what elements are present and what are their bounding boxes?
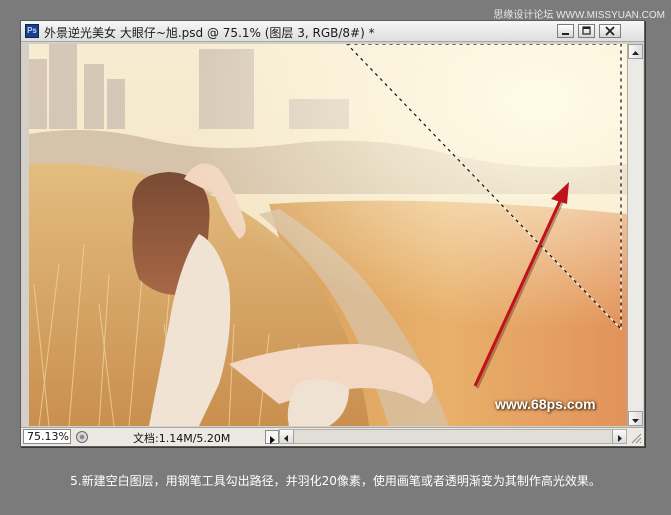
arrow-right-icon	[618, 435, 622, 442]
photo-scene	[29, 44, 627, 426]
close-icon	[605, 26, 615, 36]
document-size-info: 文档:1.14M/5.20M	[133, 432, 231, 445]
scroll-up-button[interactable]	[628, 44, 643, 59]
arrow-up-icon	[632, 51, 639, 55]
maximize-button[interactable]	[578, 24, 595, 38]
title-bar[interactable]: Ps 外景逆光美女 大眼仔~旭.psd @ 75.1% (图层 3, RGB/8…	[21, 21, 644, 42]
image-canvas[interactable]: www.68ps.com	[29, 44, 627, 426]
tutorial-caption: 5.新建空白图层，用钢笔工具勾出路径，并羽化20像素，使用画笔或者透明渐变为其制…	[70, 474, 601, 488]
arrow-left-icon	[284, 435, 288, 442]
site-watermark: 思缘设计论坛 WWW.MISSYUAN.COM	[493, 10, 665, 21]
photoshop-app-icon: Ps	[25, 24, 39, 38]
scroll-right-button[interactable]	[612, 430, 626, 443]
vertical-scrollbar[interactable]	[627, 44, 643, 426]
status-menu-button[interactable]	[265, 430, 279, 444]
play-arrow-icon	[270, 436, 275, 444]
status-bar: 75.13% 文档:1.14M/5.20M	[21, 427, 644, 446]
close-button[interactable]	[599, 24, 621, 38]
arrow-down-icon	[632, 419, 639, 423]
zoom-level-field[interactable]: 75.13%	[23, 429, 71, 444]
scroll-left-button[interactable]	[280, 430, 294, 443]
maximize-icon	[582, 26, 591, 35]
minimize-icon	[562, 33, 569, 35]
document-window: Ps 外景逆光美女 大眼仔~旭.psd @ 75.1% (图层 3, RGB/8…	[20, 20, 645, 447]
horizontal-scrollbar[interactable]	[279, 429, 627, 444]
resize-grip-icon[interactable]	[627, 429, 643, 445]
scroll-down-button[interactable]	[628, 411, 643, 426]
document-title: 外景逆光美女 大眼仔~旭.psd @ 75.1% (图层 3, RGB/8#) …	[44, 26, 375, 40]
photo-watermark: www.68ps.com	[495, 396, 596, 412]
status-info-icon[interactable]	[75, 430, 89, 444]
minimize-button[interactable]	[557, 24, 574, 38]
